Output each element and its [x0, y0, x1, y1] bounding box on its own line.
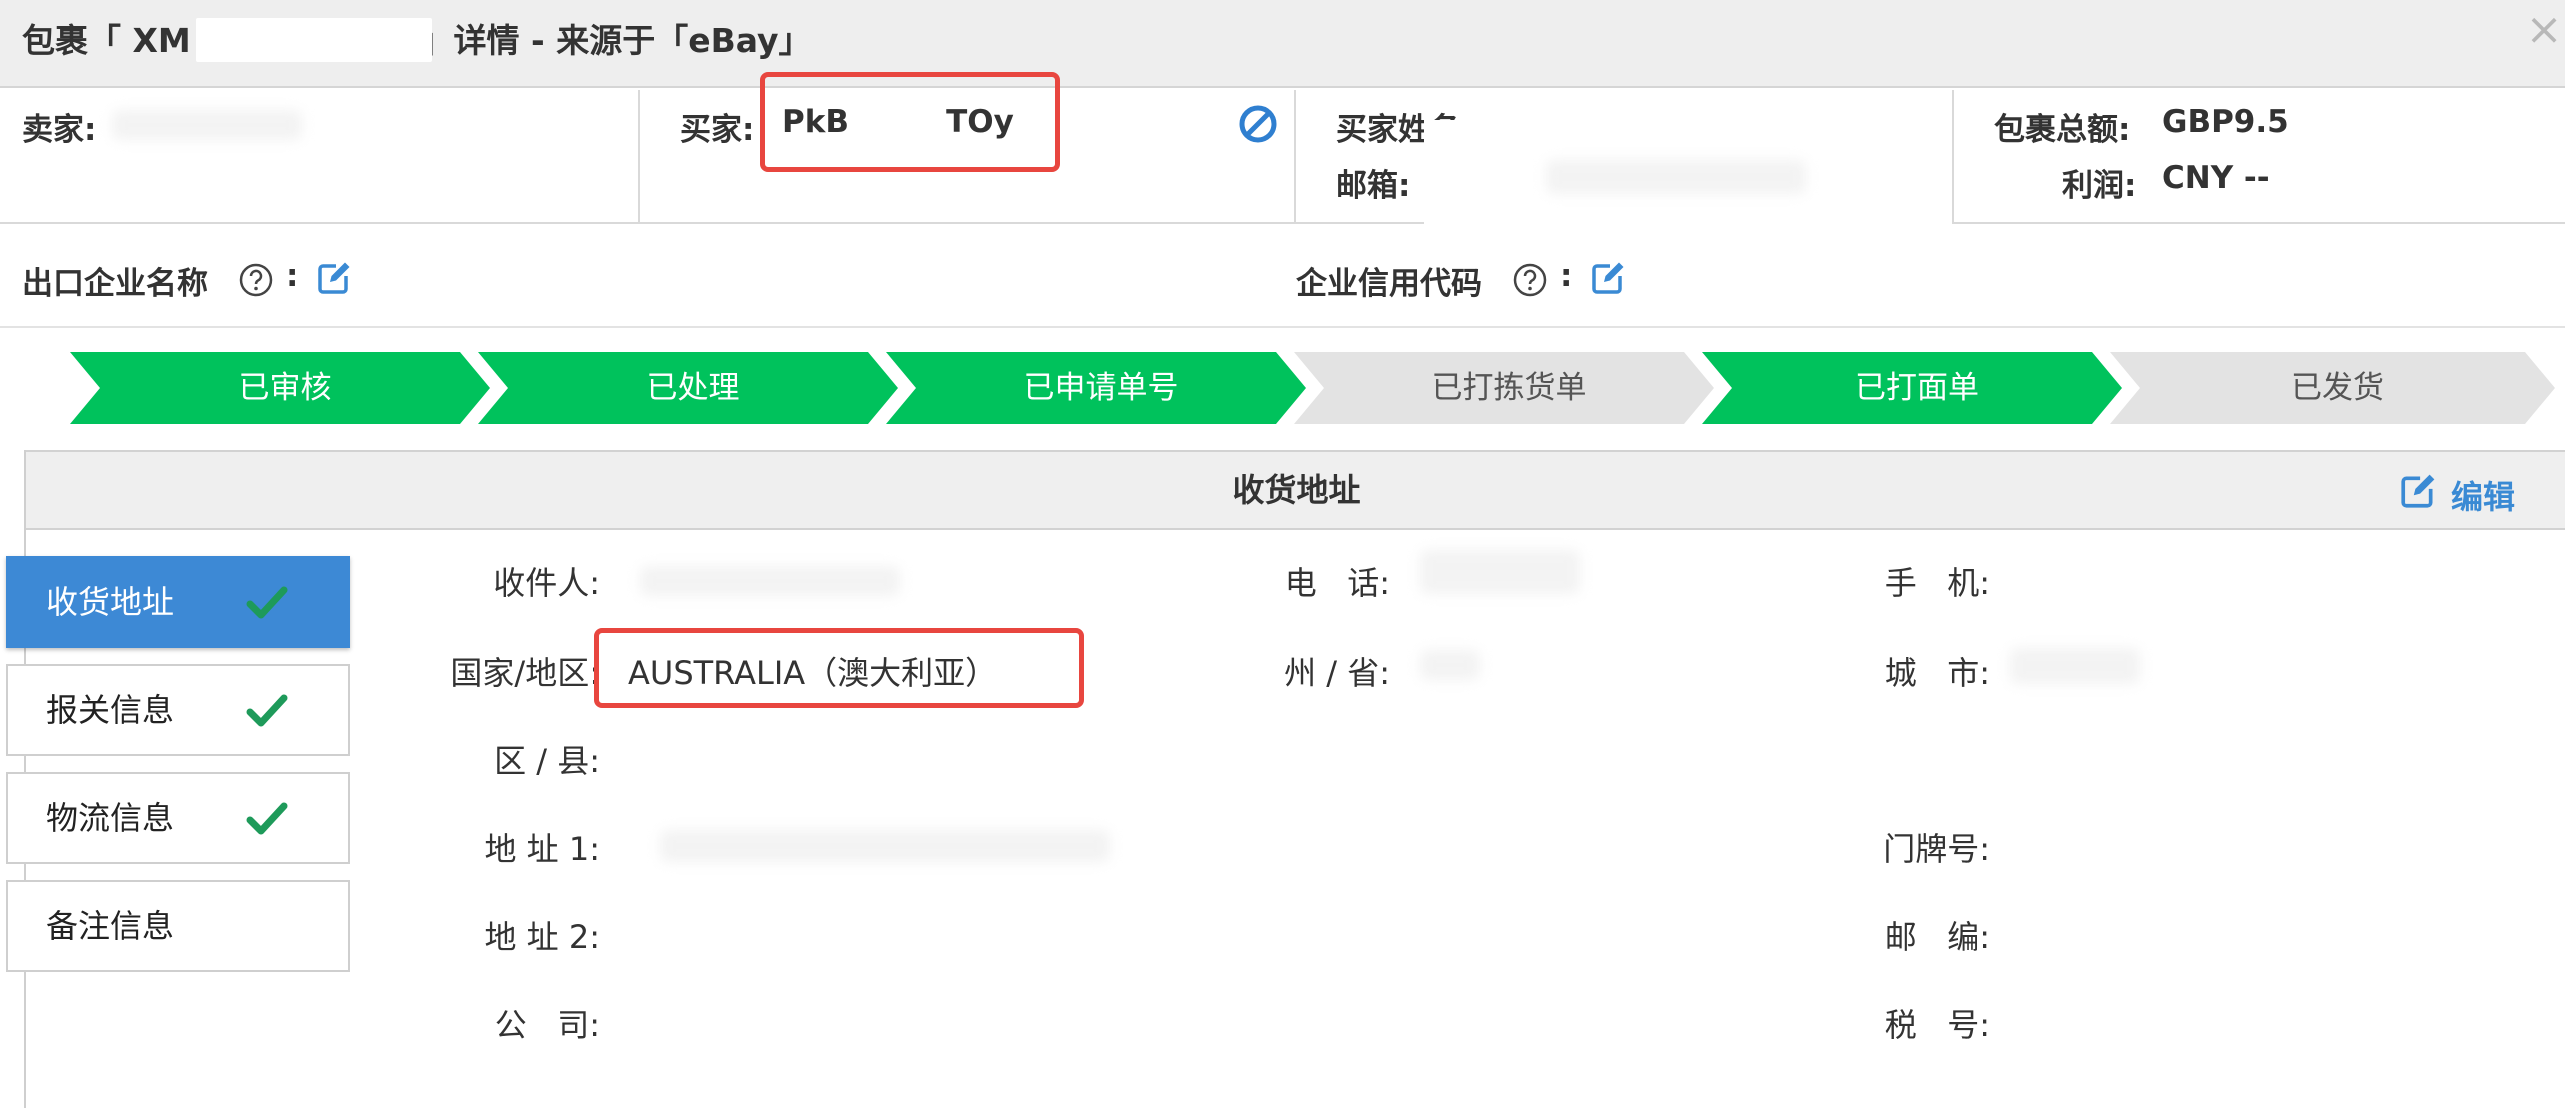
- step-picklist-printed: 已打拣货单: [1294, 352, 1714, 424]
- country-highlight-box: [594, 628, 1084, 708]
- total-value: GBP9.5: [2162, 104, 2289, 140]
- totals-cell: 包裹总额: GBP9.5 利润: CNY --: [1954, 90, 2565, 224]
- city-label: 城 市:: [1884, 654, 1990, 692]
- district-label: 区 / 县:: [494, 742, 600, 780]
- step-tracking-requested: 已申请单号: [886, 352, 1306, 424]
- shipping-address-panel: 收货地址 编辑: [24, 450, 2565, 1108]
- step-label: 已打拣货单: [1431, 370, 1587, 406]
- step-processed: 已处理: [478, 352, 898, 424]
- phone-label: 电 话:: [1284, 564, 1390, 602]
- seller-value-redacted: [112, 110, 302, 140]
- check-icon: [246, 802, 288, 835]
- side-tab-label: 报关信息: [46, 691, 175, 729]
- company-label: 公 司:: [494, 1006, 600, 1044]
- seller-cell: 卖家:: [0, 90, 638, 224]
- colon-text: :: [1560, 258, 1573, 294]
- panel-header: 收货地址 编辑: [26, 450, 2565, 530]
- total-label: 包裹总额:: [1994, 112, 2131, 148]
- address1-label: 地 址 1:: [484, 830, 601, 868]
- panel-title: 收货地址: [1232, 471, 1361, 509]
- check-icon: [246, 694, 288, 727]
- dialog-titlebar: 包裹「 XM 」详情 - 来源于「eBay」 ×: [0, 0, 2565, 88]
- edit-icon: [2401, 474, 2435, 508]
- order-info-row: 卖家: 买家: PkB TOy 买家姓名: 邮箱: 包裹总额: GBP9.5 利…: [0, 72, 2565, 224]
- side-tab-shipping-address[interactable]: 收货地址: [6, 556, 350, 648]
- postcode-label: 邮 编:: [1884, 918, 1990, 956]
- step-reviewed: 已审核: [70, 352, 490, 424]
- export-company-label: 出口企业名称: [22, 266, 208, 302]
- side-tab-label: 收货地址: [46, 583, 175, 621]
- email-value-redacted: [1546, 160, 1806, 194]
- edit-address-button[interactable]: 编辑: [2399, 470, 2529, 516]
- recipient-value-redacted: [640, 566, 900, 596]
- step-label: 已发货: [2291, 370, 2384, 406]
- edit-label: 编辑: [2451, 478, 2516, 516]
- status-steps: 已审核 已处理 已申请单号 已打拣货单 已打面单 已发货: [70, 352, 2555, 424]
- seller-label: 卖家:: [22, 112, 97, 148]
- edit-icon[interactable]: [316, 260, 352, 296]
- address1-value-redacted: [660, 830, 1110, 862]
- side-tab-label: 备注信息: [46, 907, 175, 945]
- side-tab-customs-info[interactable]: 报关信息: [6, 664, 350, 756]
- tax-id-label: 税 号:: [1884, 1006, 1990, 1044]
- edit-icon[interactable]: [1590, 260, 1626, 296]
- help-icon[interactable]: [1512, 262, 1548, 298]
- side-tab-notes-info[interactable]: 备注信息: [6, 880, 350, 972]
- step-label: 已打面单: [1855, 370, 1979, 406]
- step-label: 已处理: [646, 370, 740, 406]
- close-icon[interactable]: ×: [2523, 6, 2565, 56]
- side-tab-label: 物流信息: [46, 799, 175, 837]
- recipient-label: 收件人:: [493, 564, 600, 602]
- step-label: 已申请单号: [1023, 370, 1179, 406]
- buyer-contact-cell: 买家姓名: 邮箱:: [1296, 90, 1954, 224]
- profit-label: 利润:: [2062, 168, 2137, 204]
- buyer-highlight-box: [760, 72, 1060, 172]
- company-info-row: 出口企业名称 : 企业信用代码 :: [0, 226, 2565, 328]
- country-label: 国家/地区:: [450, 654, 600, 692]
- side-tab-logistics-info[interactable]: 物流信息: [6, 772, 350, 864]
- state-label: 州 / 省:: [1284, 654, 1390, 692]
- mobile-label: 手 机:: [1884, 564, 1990, 602]
- colon-text: :: [286, 258, 299, 294]
- credit-code-label: 企业信用代码: [1296, 266, 1482, 302]
- check-icon: [246, 586, 288, 619]
- redacted-package-id: [196, 18, 432, 62]
- step-label-printed: 已打面单: [1702, 352, 2122, 424]
- state-value-redacted: [1420, 650, 1480, 680]
- profit-value: CNY --: [2162, 160, 2270, 196]
- email-label: 邮箱:: [1336, 168, 1411, 204]
- block-buyer-icon[interactable]: [1238, 104, 1278, 144]
- help-icon[interactable]: [238, 262, 274, 298]
- step-label: 已审核: [238, 370, 332, 406]
- house-number-label: 门牌号:: [1883, 830, 1990, 868]
- buyer-cell: 买家: PkB TOy: [640, 72, 1294, 224]
- buyer-label: 买家:: [680, 112, 755, 148]
- phone-value-redacted: [1420, 550, 1580, 594]
- city-value-redacted: [2010, 648, 2140, 684]
- address2-label: 地 址 2:: [484, 918, 601, 956]
- step-shipped: 已发货: [2110, 352, 2555, 424]
